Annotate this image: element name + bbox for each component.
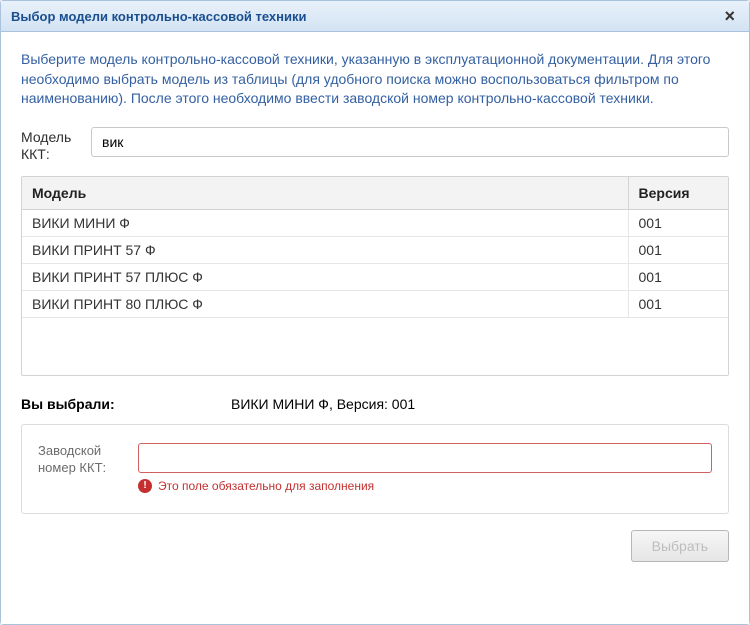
dialog-title: Выбор модели контрольно-кассовой техники [11, 9, 307, 24]
filter-row: Модель ККТ: [21, 127, 729, 163]
cell-model: ВИКИ МИНИ Ф [22, 210, 628, 237]
dialog-kkt-model-select: Выбор модели контрольно-кассовой техники… [0, 0, 750, 625]
cell-version: 001 [628, 210, 728, 237]
error-icon: ! [138, 479, 152, 493]
error-row: ! Это поле обязательно для заполнения [138, 479, 712, 493]
dialog-body: Выберите модель контрольно-кассовой техн… [1, 32, 749, 624]
cell-version: 001 [628, 291, 728, 318]
selected-label: Вы выбрали: [21, 396, 191, 412]
table-row[interactable]: ВИКИ МИНИ Ф 001 [22, 210, 728, 237]
select-button[interactable]: Выбрать [631, 530, 729, 562]
table-row[interactable]: ВИКИ ПРИНТ 57 Ф 001 [22, 237, 728, 264]
error-text: Это поле обязательно для заполнения [158, 479, 374, 493]
serial-block: Заводской номер ККТ: ! Это поле обязател… [21, 424, 729, 514]
close-icon[interactable]: × [720, 7, 739, 25]
selected-value: ВИКИ МИНИ Ф, Версия: 001 [231, 396, 415, 412]
cell-model: ВИКИ ПРИНТ 80 ПЛЮС Ф [22, 291, 628, 318]
col-header-model[interactable]: Модель [22, 177, 628, 210]
filter-label: Модель ККТ: [21, 127, 81, 163]
footer: Выбрать [21, 530, 729, 562]
cell-model: ВИКИ ПРИНТ 57 Ф [22, 237, 628, 264]
cell-model: ВИКИ ПРИНТ 57 ПЛЮС Ф [22, 264, 628, 291]
cell-version: 001 [628, 264, 728, 291]
serial-label: Заводской номер ККТ: [38, 443, 128, 477]
selected-row: Вы выбрали: ВИКИ МИНИ Ф, Версия: 001 [21, 396, 729, 412]
table-row[interactable]: ВИКИ ПРИНТ 57 ПЛЮС Ф 001 [22, 264, 728, 291]
table-row[interactable]: ВИКИ ПРИНТ 80 ПЛЮС Ф 001 [22, 291, 728, 318]
instructions-text: Выберите модель контрольно-кассовой техн… [21, 50, 729, 109]
cell-version: 001 [628, 237, 728, 264]
titlebar: Выбор модели контрольно-кассовой техники… [1, 1, 749, 32]
col-header-version[interactable]: Версия [628, 177, 728, 210]
serial-number-input[interactable] [138, 443, 712, 473]
model-table: Модель Версия ВИКИ МИНИ Ф 001 ВИКИ ПРИНТ… [21, 176, 729, 376]
model-filter-input[interactable] [91, 127, 729, 157]
